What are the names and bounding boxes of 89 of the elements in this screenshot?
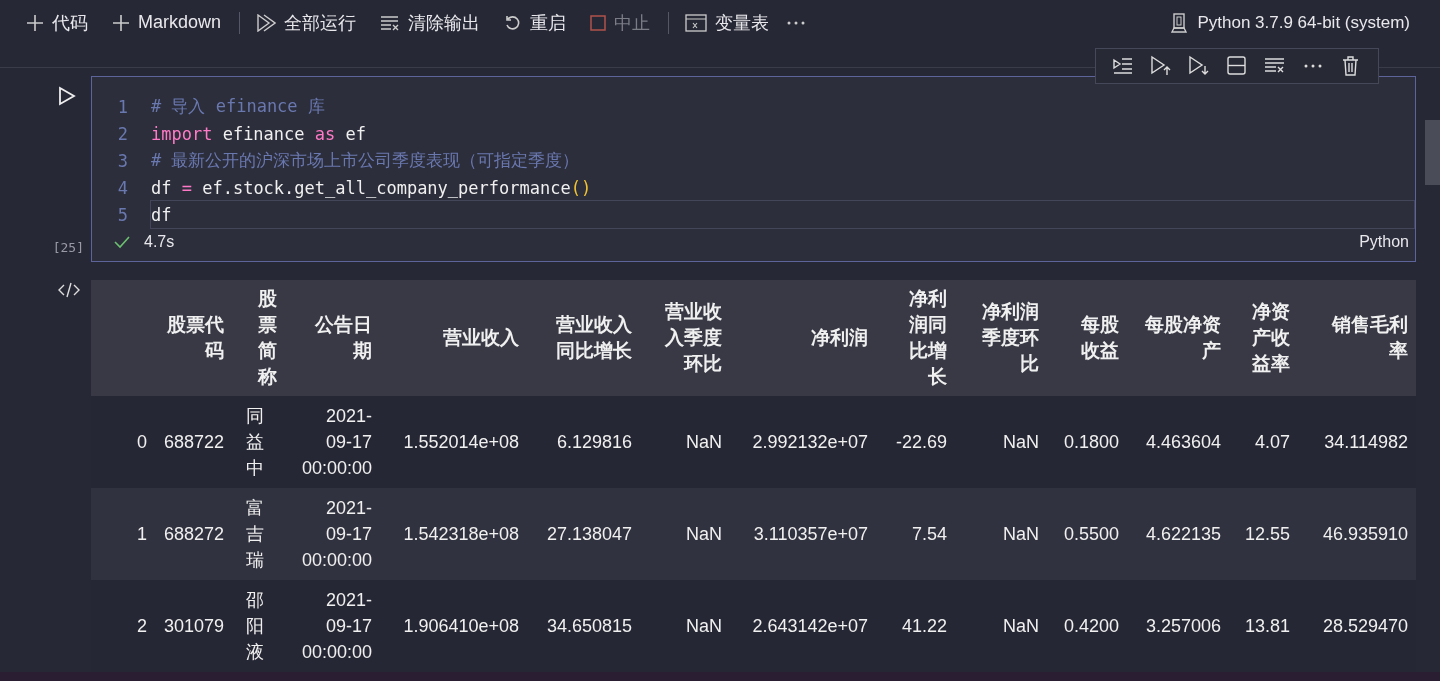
table-cell: 34.650815 — [527, 580, 640, 672]
table-cell: 34.114982 — [1298, 396, 1416, 488]
column-header: 营业收入季度环比 — [663, 300, 722, 376]
table-cell: 12.55 — [1229, 488, 1298, 580]
table-cell: 688272 — [155, 488, 232, 580]
restart-button[interactable]: 重启 — [498, 6, 573, 39]
column-header: 净利润同比增长 — [908, 287, 947, 389]
table-cell: 7.54 — [876, 488, 955, 580]
table-cell: 2.643142e+07 — [730, 580, 876, 672]
column-header: 营业收入 — [442, 326, 519, 350]
execution-count: [25] — [52, 240, 84, 255]
table-cell: 4.07 — [1229, 396, 1298, 488]
add-cell-button[interactable]: 代码 — [20, 6, 94, 39]
line-number: 5 — [116, 204, 129, 225]
table-cell: 4.622135 — [1127, 488, 1229, 580]
table-cell: NaN — [640, 580, 730, 672]
stop-icon — [590, 14, 607, 31]
table-cell: 4.463604 — [1127, 396, 1229, 488]
column-header: 每股净资产 — [1144, 313, 1221, 363]
run-below-icon[interactable] — [1188, 55, 1210, 77]
scrollbar-thumb[interactable] — [1425, 120, 1440, 185]
table-cell: -22.69 — [876, 396, 955, 488]
column-header: 净利润 — [810, 326, 868, 350]
more-icon[interactable] — [787, 20, 806, 25]
table-cell: 0.1800 — [1047, 396, 1127, 488]
row-index: 1 — [91, 488, 155, 580]
table-cell: NaN — [640, 396, 730, 488]
table-cell: 6.129816 — [527, 396, 640, 488]
table-cell: 3.257006 — [1127, 580, 1229, 672]
row-index: 0 — [91, 396, 155, 488]
column-header: 净利润季度环比 — [981, 300, 1039, 376]
table-cell: 1.906410e+08 — [380, 580, 527, 672]
cell-language[interactable]: Python — [1359, 233, 1409, 251]
line-number: 3 — [116, 150, 129, 171]
table-cell: NaN — [955, 488, 1047, 580]
execution-time: 4.7s — [144, 233, 175, 251]
table-cell: 0.4200 — [1047, 580, 1127, 672]
add-cell-button[interactable]: Markdown — [106, 8, 228, 37]
run-above-icon[interactable] — [1150, 55, 1172, 77]
column-header: 公告日期 — [314, 313, 372, 363]
table-cell: NaN — [640, 488, 730, 580]
table-cell: 2.992132e+07 — [730, 396, 876, 488]
plus-icon — [26, 13, 44, 32]
column-header: 营业收入同比增长 — [555, 313, 632, 363]
table-cell: 301079 — [155, 580, 232, 672]
table-cell: NaN — [955, 396, 1047, 488]
table-cell: 2021-09-17 00:00:00 — [285, 580, 380, 672]
line-number: 2 — [116, 123, 129, 144]
server-icon — [1171, 12, 1188, 33]
table-cell: 邵阳液 — [232, 580, 285, 672]
plus-icon — [112, 13, 130, 32]
clear-lines-icon — [380, 14, 401, 31]
table-cell: 2021-09-17 00:00:00 — [285, 396, 380, 488]
code-line: df = ef.stock.get_all_company_performance() — [150, 176, 593, 200]
column-header: 每股收益 — [1080, 313, 1119, 363]
table-cell: 28.529470 — [1298, 580, 1416, 672]
code-line: # 导入 efinance 库 — [150, 95, 326, 118]
variables-button[interactable]: 变量表 — [679, 6, 776, 39]
column-header: 股票简称 — [256, 287, 277, 389]
column-header: 销售毛利率 — [1330, 313, 1408, 363]
clear-output-button[interactable]: 清除输出 — [374, 6, 487, 39]
split-cell-icon[interactable] — [1226, 55, 1248, 77]
line-number: 4 — [116, 177, 129, 198]
table-cell: 2021-09-17 00:00:00 — [285, 488, 380, 580]
run-by-line-icon[interactable] — [1112, 55, 1134, 77]
run-all-button[interactable]: 全部运行 — [250, 6, 363, 39]
table-cell: 富吉瑞 — [232, 488, 285, 580]
table-cell: 1.542318e+08 — [380, 488, 527, 580]
table-cell: 3.110357e+07 — [730, 488, 876, 580]
column-header: 净资产收益率 — [1251, 300, 1290, 376]
code-line: import efinance as ef — [150, 122, 367, 146]
table-cell: 688722 — [155, 396, 232, 488]
variables-icon — [685, 13, 708, 32]
table-cell: 27.138047 — [527, 488, 640, 580]
row-index: 2 — [91, 580, 155, 672]
code-brackets-icon[interactable] — [58, 282, 80, 298]
table-cell: 1.552014e+08 — [380, 396, 527, 488]
code-cell[interactable]: 1 # 导入 efinance 库 2 import efinance as ef 3 # 最新公开的沪深市场上市公司季度表现（可指定季度） 4 df = ef.stock.get_all_company_performance() 5 df 4.7s Python — [91, 76, 1416, 262]
table-cell: 13.81 — [1229, 580, 1298, 672]
column-header: 股票代码 — [166, 313, 224, 363]
double-play-icon — [256, 13, 277, 32]
table-cell: 41.22 — [876, 580, 955, 672]
code-line: # 最新公开的沪深市场上市公司季度表现（可指定季度） — [150, 149, 581, 172]
line-number: 1 — [116, 96, 129, 117]
table-cell: 0.5500 — [1047, 488, 1127, 580]
table-cell: NaN — [955, 580, 1047, 672]
table-cell: 同益中 — [232, 396, 285, 488]
table-cell: 46.935910 — [1298, 488, 1416, 580]
kernel-picker[interactable]: Python 3.7.9 64-bit (system) — [1165, 8, 1416, 37]
